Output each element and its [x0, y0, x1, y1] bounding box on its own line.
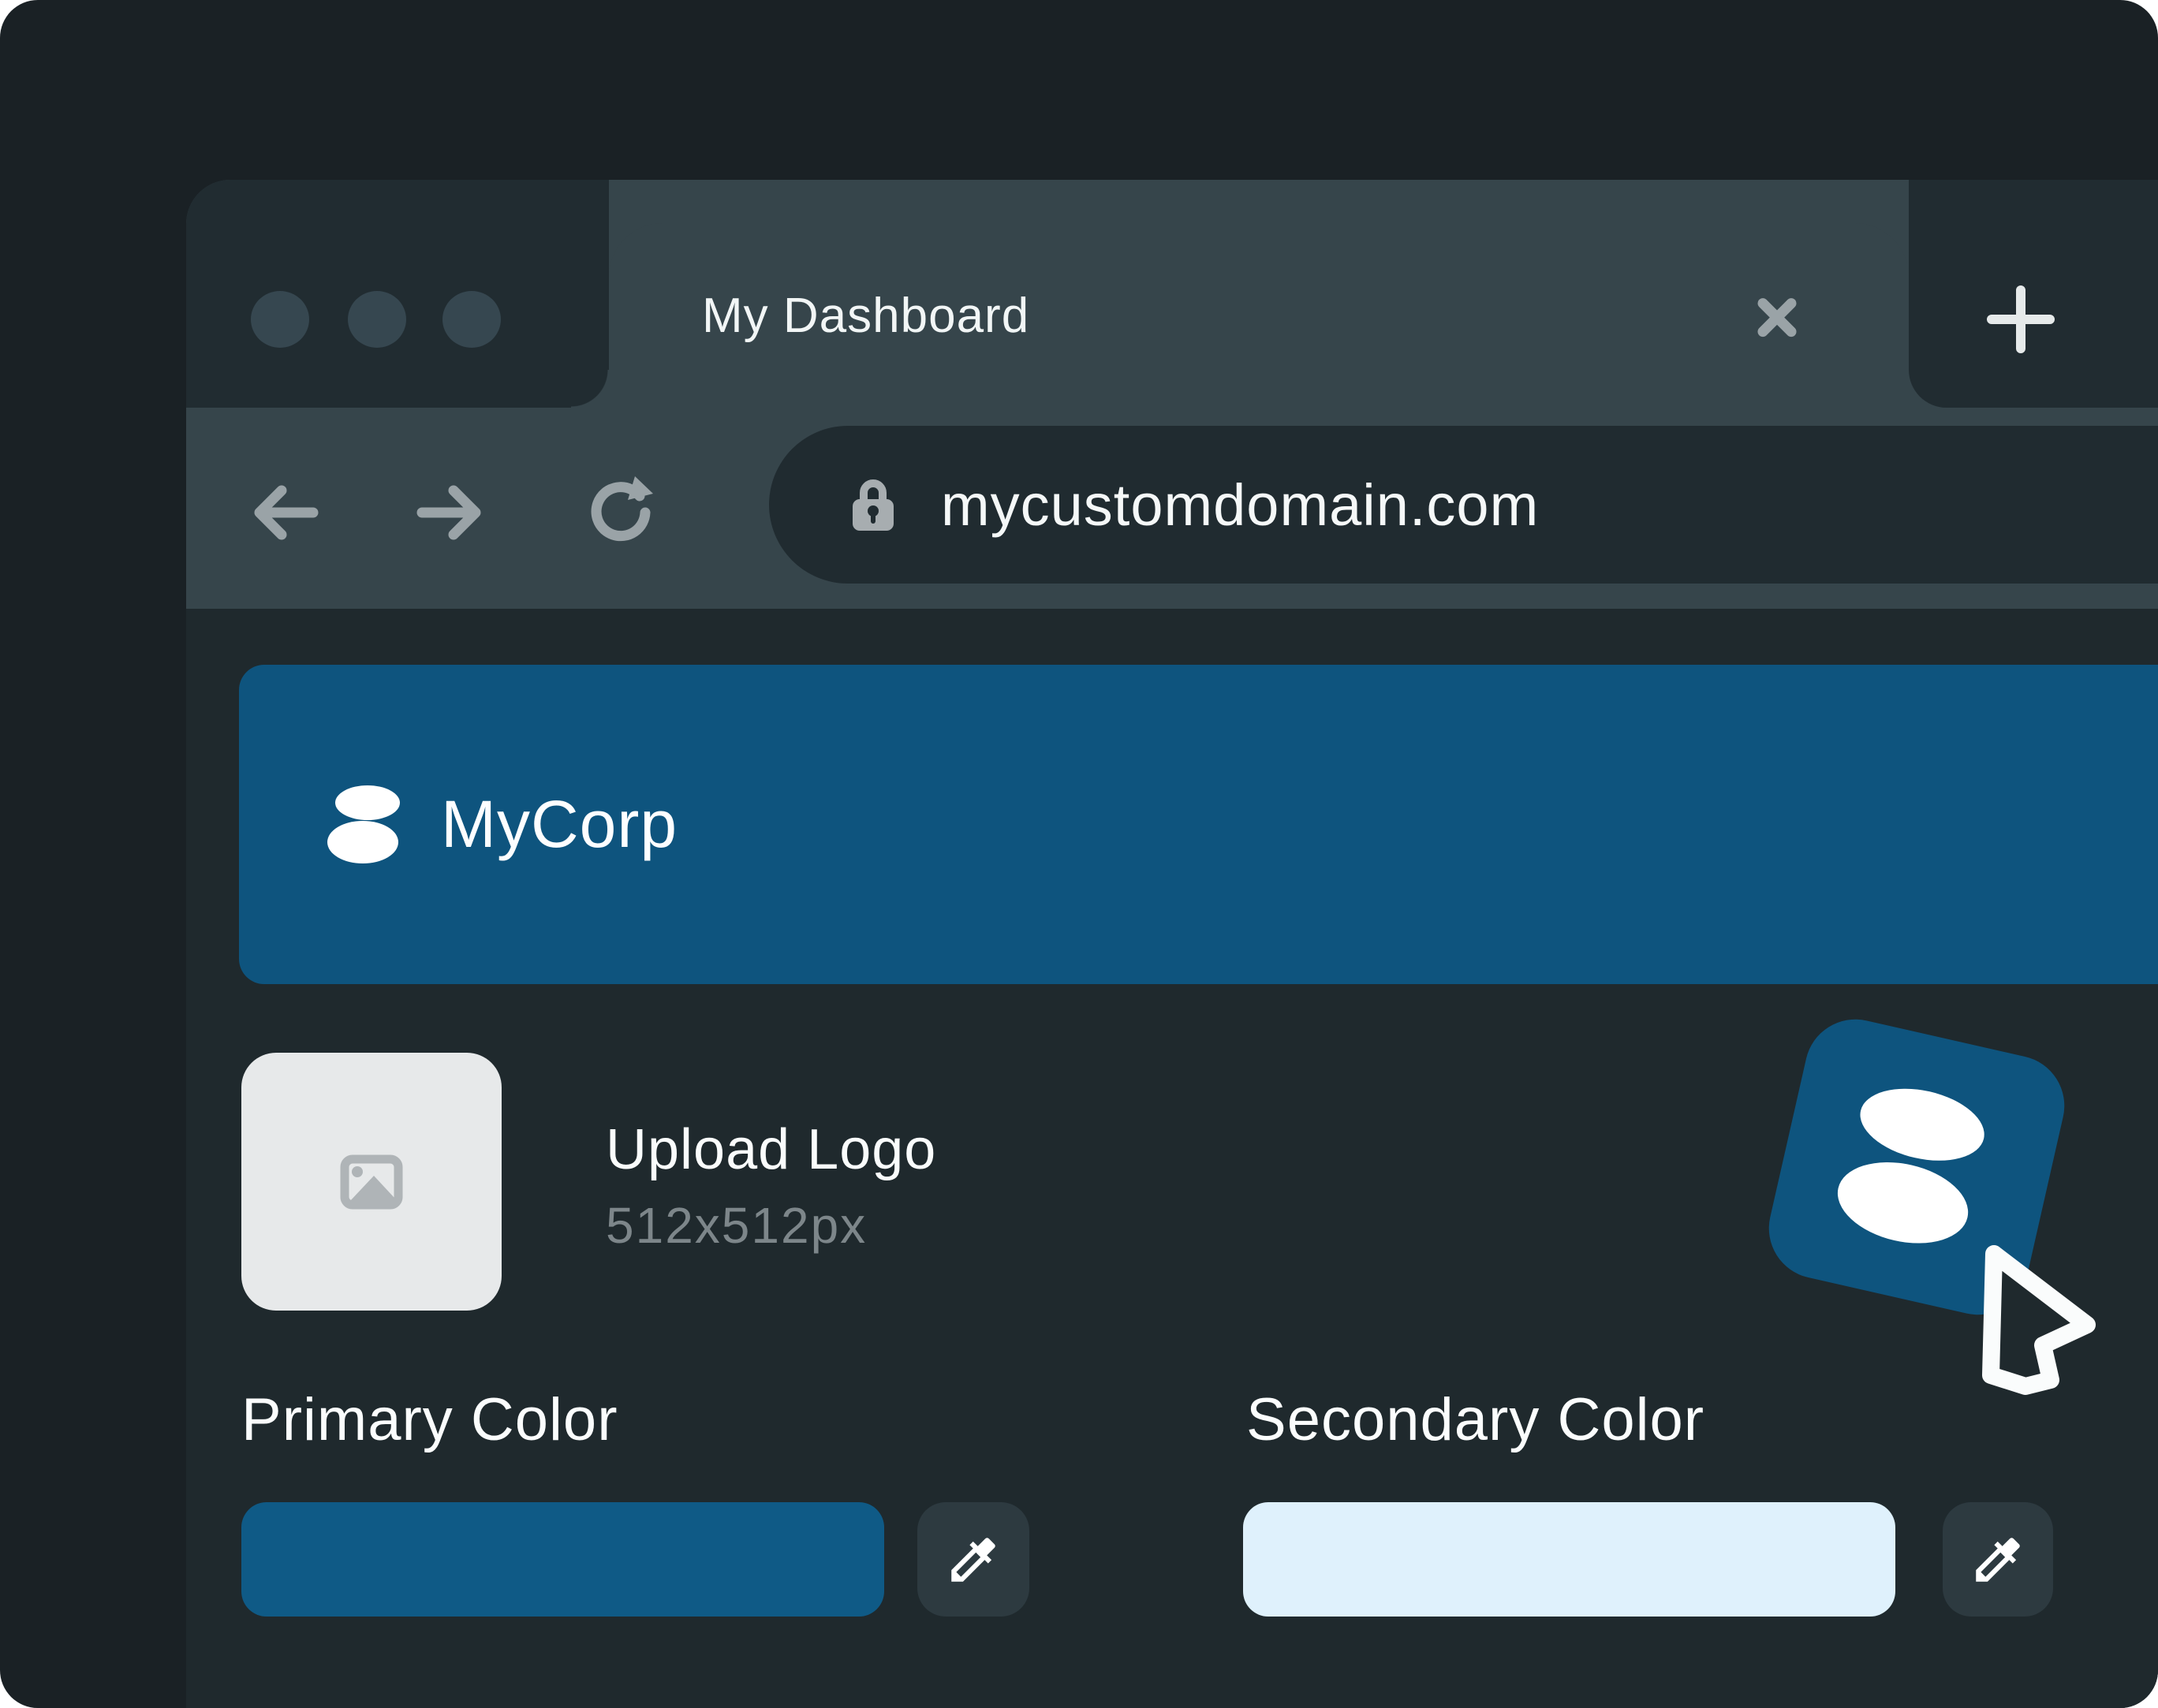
cursor-arrow-icon [1980, 1244, 2106, 1402]
tab-title: My Dashboard [702, 288, 1029, 344]
eyedropper-icon [944, 1531, 1002, 1589]
secondary-color-label: Secondary Color [1246, 1385, 1704, 1454]
close-icon[interactable] [1751, 292, 1803, 344]
window-controls-panel [186, 180, 609, 408]
tab-bar: My Dashboard [186, 180, 2158, 408]
navigation-bar: mycustomdomain.com [186, 408, 2158, 609]
primary-color-label: Primary Color [241, 1385, 618, 1454]
brand-banner: MyCorp [239, 665, 2158, 984]
reload-icon[interactable] [585, 475, 656, 546]
new-tab-plus-icon[interactable] [1985, 284, 2056, 355]
browser-window: My Dashboard [186, 180, 2158, 1708]
upload-logo-title: Upload Logo [606, 1117, 936, 1182]
brand-name: MyCorp [441, 786, 678, 863]
screenshot-canvas: My Dashboard [0, 0, 2158, 1708]
secondary-eyedropper-button[interactable] [1943, 1502, 2053, 1617]
window-control-dot [348, 291, 406, 348]
forward-icon[interactable] [414, 477, 485, 548]
upload-logo-tile[interactable] [241, 1053, 502, 1311]
page-content: MyCorp Upload Logo 512x512px [186, 609, 2158, 1708]
url-text: mycustomdomain.com [941, 472, 1539, 539]
image-placeholder-icon [340, 1154, 403, 1210]
secondary-color-swatch[interactable] [1243, 1502, 1895, 1617]
tab-bar-right-panel [1909, 180, 2158, 408]
eyedropper-icon [1969, 1531, 2027, 1589]
primary-color-swatch[interactable] [241, 1502, 884, 1617]
upload-logo-hint: 512x512px [606, 1196, 867, 1255]
window-control-dot [442, 291, 501, 348]
brand-logo-icon [327, 785, 403, 864]
lock-icon [849, 478, 898, 531]
tab-my-dashboard[interactable]: My Dashboard [609, 223, 1909, 408]
back-icon[interactable] [250, 477, 321, 548]
window-control-dot [251, 291, 309, 348]
primary-eyedropper-button[interactable] [917, 1502, 1029, 1617]
address-bar[interactable]: mycustomdomain.com [769, 426, 2158, 584]
